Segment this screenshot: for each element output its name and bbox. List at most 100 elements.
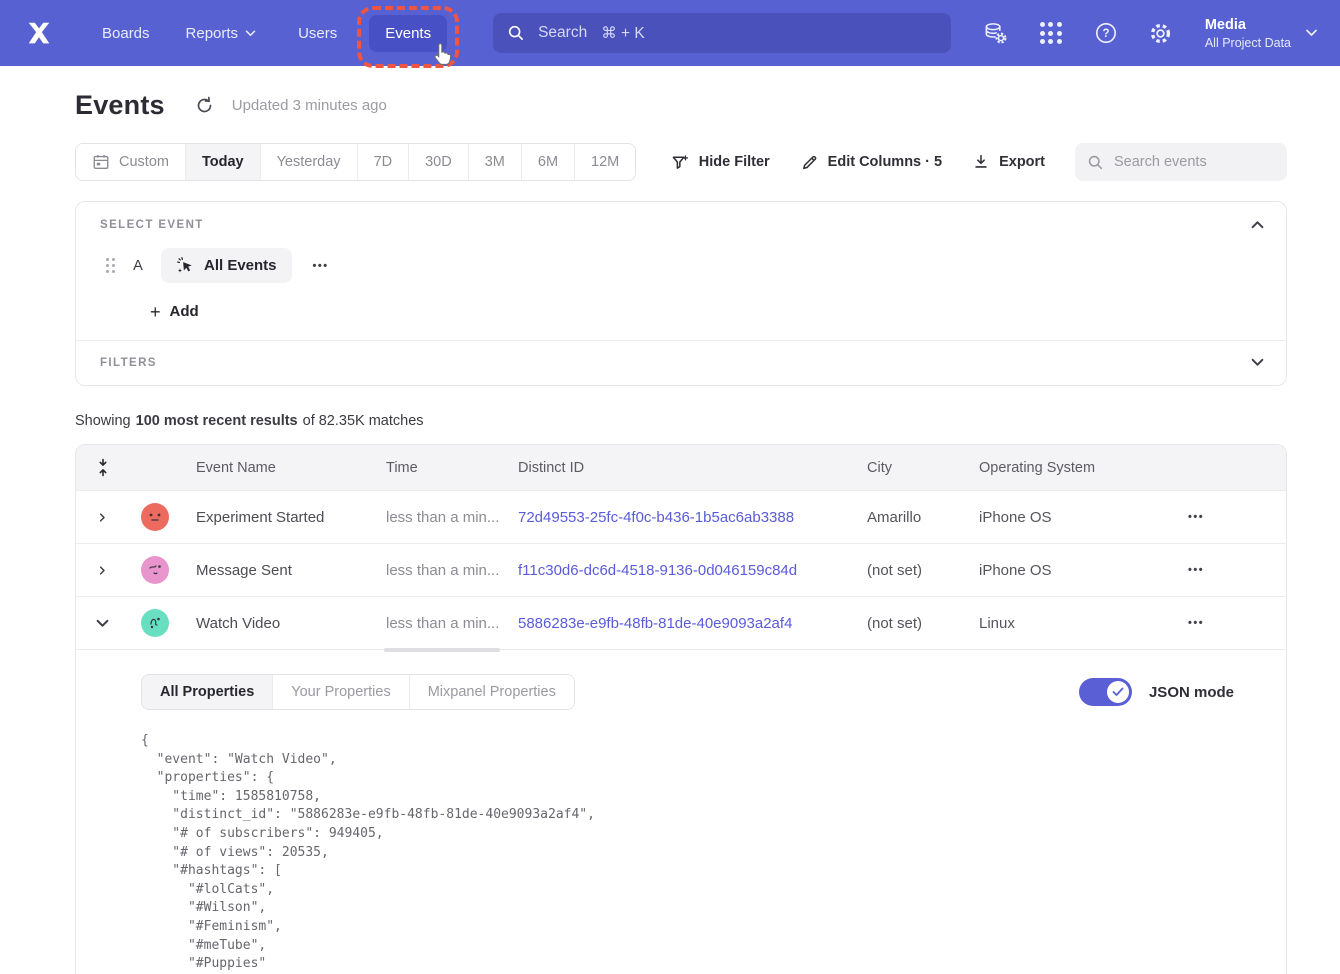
add-event-button[interactable]: + Add: [150, 303, 1262, 320]
event-avatar: [141, 556, 169, 584]
page-title: Events: [75, 90, 165, 121]
event-name: Experiment Started: [181, 509, 386, 526]
hide-filter-label: Hide Filter: [699, 154, 770, 170]
collapse-row-button[interactable]: [76, 597, 129, 649]
date-filter-yesterday[interactable]: Yesterday: [260, 144, 357, 180]
grid-dots: [1040, 22, 1062, 44]
column-header-time[interactable]: Time: [386, 460, 518, 476]
collapse-all-button[interactable]: [76, 458, 129, 477]
apps-grid-icon[interactable]: [1038, 20, 1064, 46]
global-search-input[interactable]: Search⌘ + K: [493, 13, 951, 53]
mixpanel-logo-icon[interactable]: [22, 16, 56, 50]
export-button[interactable]: Export: [972, 153, 1045, 171]
date-filter-3m[interactable]: 3M: [468, 144, 521, 180]
chevron-right-icon: [96, 513, 109, 522]
column-header-distinct-id[interactable]: Distinct ID: [518, 460, 867, 476]
event-avatar: [141, 503, 169, 531]
table-row: Experiment Started less than a min... 72…: [76, 490, 1286, 543]
event-os: iPhone OS: [979, 509, 1166, 526]
event-time: less than a min...: [386, 615, 518, 632]
nav-item-boards[interactable]: Boards: [86, 15, 166, 52]
tab-your-properties[interactable]: Your Properties: [272, 675, 408, 709]
collapse-all-icon: [96, 458, 110, 477]
all-events-chip[interactable]: All Events: [161, 248, 292, 283]
results-summary: Showing 100 most recent results of 82.35…: [75, 413, 1287, 429]
event-avatar: [141, 609, 169, 637]
sparkle-cursor-icon: [176, 256, 195, 275]
top-navbar: Boards Reports Users Events Search⌘ + K: [0, 0, 1340, 66]
drag-handle-icon[interactable]: [106, 258, 115, 273]
distinct-id-link[interactable]: f11c30d6-dc6d-4518-9136-0d046159c84d: [518, 562, 867, 579]
date-filter-custom[interactable]: Custom: [76, 144, 185, 180]
event-json-view: { "event": "Watch Video", "properties": …: [141, 732, 1262, 974]
data-management-icon[interactable]: [983, 20, 1009, 46]
search-icon: [507, 24, 525, 42]
json-mode-toggle[interactable]: [1079, 678, 1132, 706]
updated-timestamp: Updated 3 minutes ago: [232, 97, 387, 114]
date-filter-6m[interactable]: 6M: [521, 144, 574, 180]
column-header-event-name[interactable]: Event Name: [181, 460, 386, 476]
nav-item-events[interactable]: Events: [369, 15, 447, 52]
row-more-button[interactable]: •••: [1166, 511, 1286, 523]
calendar-icon: [92, 153, 110, 171]
download-icon: [972, 153, 990, 171]
table-header-row: Event Name Time Distinct ID City Operati…: [76, 445, 1286, 490]
project-name: Media: [1205, 16, 1291, 35]
column-header-os[interactable]: Operating System: [979, 460, 1166, 476]
distinct-id-link[interactable]: 72d49553-25fc-4f0c-b436-1b5ac6ab3388: [518, 509, 867, 526]
tab-all-properties[interactable]: All Properties: [142, 675, 272, 709]
date-filter-7d[interactable]: 7D: [357, 144, 409, 180]
chevron-down-icon: [96, 619, 109, 628]
help-icon[interactable]: ?: [1093, 20, 1119, 46]
tab-mixpanel-properties[interactable]: Mixpanel Properties: [409, 675, 574, 709]
chevron-down-icon: [1251, 358, 1264, 367]
properties-tabs: All Properties Your Properties Mixpanel …: [141, 674, 575, 710]
date-filter-custom-label: Custom: [119, 154, 169, 170]
date-filter-today[interactable]: Today: [185, 144, 260, 180]
table-row: Message Sent less than a min... f11c30d6…: [76, 543, 1286, 596]
expand-filters-button[interactable]: [1251, 354, 1264, 372]
settings-gear-icon[interactable]: [1148, 20, 1174, 46]
date-filter-30d[interactable]: 30D: [408, 144, 468, 180]
event-row-more-button[interactable]: •••: [309, 256, 333, 276]
edit-columns-button[interactable]: Edit Columns · 5: [800, 153, 942, 172]
event-name: Message Sent: [181, 562, 386, 579]
event-city: Amarillo: [867, 509, 979, 526]
scrollbar-hint[interactable]: [384, 648, 500, 652]
expand-row-button[interactable]: [76, 544, 129, 596]
event-os: Linux: [979, 615, 1166, 632]
filters-label: FILTERS: [100, 357, 1262, 369]
column-header-city[interactable]: City: [867, 460, 979, 476]
nav-item-reports[interactable]: Reports: [170, 15, 273, 52]
refresh-icon[interactable]: [195, 95, 217, 117]
global-search-placeholder: Search⌘ + K: [538, 24, 645, 43]
expand-row-button[interactable]: [76, 491, 129, 543]
svg-text:?: ?: [1102, 28, 1109, 40]
search-events-input[interactable]: Search events: [1075, 143, 1287, 181]
chevron-down-icon: [245, 30, 256, 37]
project-selector[interactable]: Media All Project Data: [1205, 16, 1318, 51]
nav-item-users[interactable]: Users: [282, 15, 353, 52]
event-city: (not set): [867, 562, 979, 579]
hide-filter-button[interactable]: Hide Filter: [671, 153, 770, 172]
json-mode-label: JSON mode: [1149, 684, 1234, 701]
collapse-section-button[interactable]: [1251, 216, 1264, 234]
check-icon: [1112, 687, 1124, 697]
date-range-segmented-control: Custom Today Yesterday 7D 30D 3M 6M 12M: [75, 143, 636, 181]
distinct-id-link[interactable]: 5886283e-e9fb-48fb-81de-40e9093a2af4: [518, 615, 867, 632]
event-detail-panel: All Properties Your Properties Mixpanel …: [76, 649, 1286, 974]
events-table: Event Name Time Distinct ID City Operati…: [75, 444, 1287, 974]
row-more-button[interactable]: •••: [1166, 564, 1286, 576]
date-filter-12m[interactable]: 12M: [574, 144, 635, 180]
event-city: (not set): [867, 615, 979, 632]
funnel-plus-icon: [671, 153, 690, 172]
nav-item-reports-label: Reports: [186, 25, 239, 42]
row-more-button[interactable]: •••: [1166, 617, 1286, 629]
event-row: A All Events •••: [106, 248, 1262, 283]
edit-columns-label: Edit Columns · 5: [828, 154, 942, 170]
table-row-expanded: Watch Video less than a min... 5886283e-…: [76, 596, 1286, 649]
filters-section: FILTERS: [76, 341, 1286, 385]
plus-icon: +: [150, 305, 161, 319]
pencil-icon: [800, 153, 819, 172]
event-os: iPhone OS: [979, 562, 1166, 579]
